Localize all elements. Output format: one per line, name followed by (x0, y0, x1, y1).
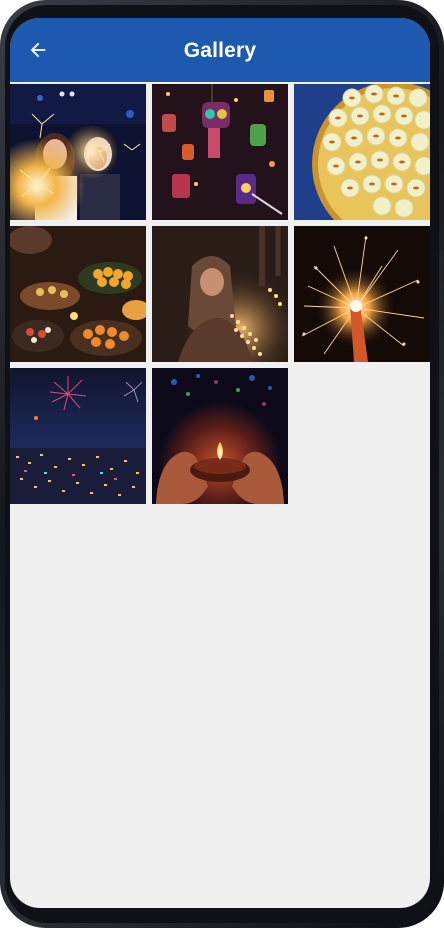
photo-festival-food-image (10, 226, 146, 362)
photo-sparkler-girls-image (10, 84, 146, 220)
photo-city-fireworks[interactable] (10, 368, 146, 504)
app-bar: Gallery (10, 18, 430, 82)
photo-hanging-lanterns-image (152, 84, 288, 220)
page-title: Gallery (183, 39, 257, 62)
photo-sparkler-burst-image (294, 226, 430, 362)
photo-sweets-platter[interactable] (294, 84, 430, 220)
photo-diya-hands[interactable] (152, 368, 288, 504)
photo-hanging-lanterns[interactable] (152, 84, 288, 220)
photo-sparkler-burst[interactable] (294, 226, 430, 362)
app-screen: Gallery (10, 18, 430, 908)
photo-sweets-platter-image (294, 84, 430, 220)
photo-woman-diyas-image (152, 226, 288, 362)
photo-festival-food[interactable] (10, 226, 146, 362)
photo-woman-diyas[interactable] (152, 226, 288, 362)
phone-frame: Gallery (0, 0, 444, 928)
photo-sparkler-girls[interactable] (10, 84, 146, 220)
power-button (439, 250, 443, 320)
photo-city-fireworks-image (10, 368, 146, 504)
photo-diya-hands-image (152, 368, 288, 504)
